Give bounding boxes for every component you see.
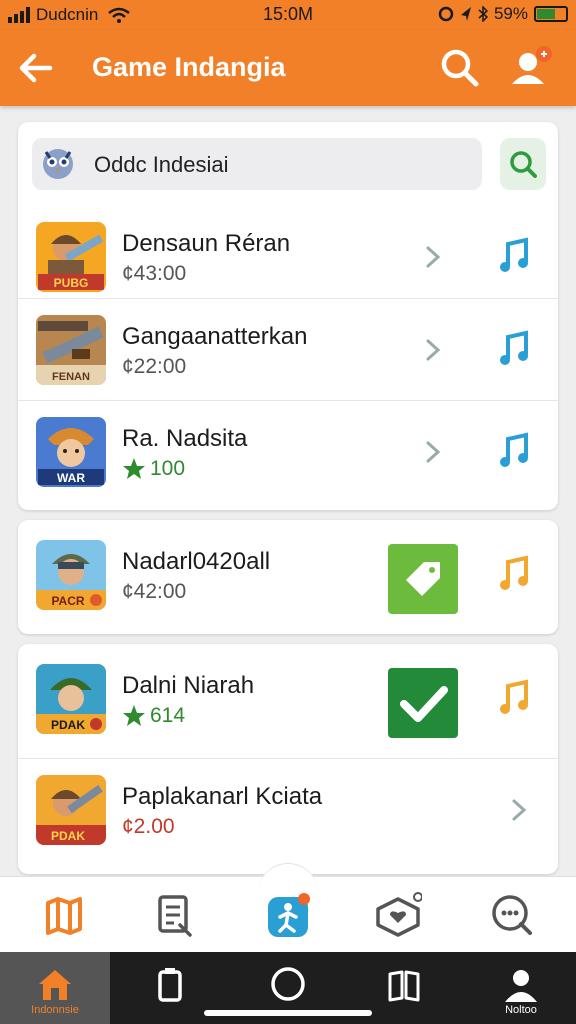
checkmark-icon [400, 686, 448, 722]
game-thumbnail: WAR [36, 417, 106, 487]
chevron-right-icon[interactable] [422, 435, 444, 469]
game-badge: PDAK [51, 718, 85, 732]
list-item[interactable]: PDAK Paplakanarl Kciata ¢2.00 [18, 758, 558, 860]
rifle-art-icon: FENAN [36, 315, 106, 385]
status-bar: Dudcnin 15:0M 59% [0, 0, 576, 30]
star-icon [123, 705, 145, 726]
hero-art-icon: WAR [36, 417, 106, 487]
star-icon [123, 458, 145, 479]
installed-button[interactable] [388, 668, 458, 738]
home-circle-icon[interactable] [268, 964, 308, 1004]
battery-fill [537, 9, 555, 19]
owl-mascot-icon [43, 149, 73, 179]
game-badge: WAR [57, 471, 85, 485]
nav-home-label: Indonnsie [31, 1004, 79, 1016]
game-name: Ra. Nadsita [122, 425, 248, 452]
tag-button[interactable] [388, 544, 458, 614]
game-rating: 100 [122, 457, 185, 481]
music-note-icon[interactable] [498, 431, 532, 471]
battery-percent: 59% [493, 4, 528, 23]
list-item[interactable]: WAR Ra. Nadsita 100 [18, 400, 558, 502]
music-note-icon[interactable] [498, 329, 532, 369]
search-submit-button[interactable] [500, 138, 546, 190]
music-note-icon[interactable] [498, 236, 532, 276]
profile-icon [505, 970, 537, 1002]
featured-card: PACR Nadarl0420all ¢42:00 [18, 520, 558, 634]
game-badge: PUBG [54, 276, 89, 290]
soldier-helmet-art-icon: PDAK [36, 664, 106, 734]
game-price: ¢43:00 [122, 262, 187, 285]
music-note-icon[interactable] [498, 554, 532, 594]
game-price: ¢22:00 [122, 355, 187, 378]
bluetooth-icon [478, 6, 488, 22]
nav-profile[interactable]: Noltoo [466, 952, 576, 1024]
list-item[interactable]: PDAK Dalni Niarah 614 [18, 648, 558, 750]
nav-profile-label: Noltoo [505, 1004, 537, 1016]
game-name: Gangaanatterkan [122, 323, 308, 350]
tag-icon [406, 562, 440, 596]
rating-value: 614 [150, 704, 186, 727]
page-title: Game Indangia [92, 52, 286, 82]
game-badge: PACR [51, 594, 84, 608]
ticket-heart-icon[interactable] [374, 891, 422, 939]
home-indicator [204, 1010, 372, 1016]
chevron-right-icon[interactable] [508, 793, 530, 827]
pilot-art-icon: PACR [36, 540, 106, 610]
list-item[interactable]: PACR Nadarl0420all ¢42:00 [18, 524, 558, 626]
chevron-right-icon[interactable] [422, 333, 444, 367]
game-thumbnail: PACR [36, 540, 106, 610]
chevron-right-icon[interactable] [422, 240, 444, 274]
notes-icon[interactable] [150, 891, 198, 939]
list-item[interactable]: PUBG Densaun Réran ¢43:00 [18, 206, 558, 308]
gunner-art-icon: PDAK [36, 775, 106, 845]
status-right: 59% [438, 4, 568, 24]
search-icon [510, 151, 537, 178]
game-price: ¢2.00 [122, 815, 175, 838]
tab-bar [0, 863, 576, 952]
game-badge: PDAK [51, 829, 85, 843]
game-thumbnail: PDAK [36, 775, 106, 845]
clipboard-icon[interactable] [152, 964, 188, 1004]
list-item[interactable]: FENAN Gangaanatterkan ¢22:00 [18, 298, 558, 400]
arrow-left-icon[interactable] [14, 48, 58, 88]
search-icon[interactable] [438, 46, 482, 90]
game-name: Densaun Réran [122, 230, 291, 257]
game-name: Nadarl0420all [122, 548, 271, 575]
game-badge: FENAN [52, 371, 90, 383]
activity-icon[interactable] [264, 891, 312, 939]
more-games-card: PDAK Dalni Niarah 614 PDAK Paplakanarl K… [18, 644, 558, 874]
game-rating: 614 [122, 704, 185, 728]
search-query-text[interactable]: Oddc Indesiai [94, 152, 229, 178]
app-bar: Game Indangia [0, 30, 576, 106]
search-field[interactable]: Oddc Indesiai [32, 138, 482, 190]
nav-home[interactable]: Indonnsie [0, 952, 110, 1024]
alarm-icon [438, 6, 454, 22]
map-icon[interactable] [40, 891, 88, 939]
game-name: Paplakanarl Kciata [122, 783, 323, 810]
user-profile-icon[interactable] [506, 42, 556, 92]
location-icon [460, 7, 471, 21]
rating-value: 100 [150, 457, 186, 480]
home-icon [39, 970, 71, 1000]
game-thumbnail: FENAN [36, 315, 106, 385]
battery-icon [534, 6, 568, 22]
music-note-icon[interactable] [498, 678, 532, 718]
game-thumbnail: PDAK [36, 664, 106, 734]
games-list-card: Oddc Indesiai PUBG Densaun Réran ¢43:00 [18, 122, 558, 510]
soldier-art-icon: PUBG [36, 222, 106, 292]
game-price: ¢42:00 [122, 580, 187, 603]
chat-icon[interactable] [488, 891, 536, 939]
book-icon[interactable] [386, 964, 422, 1004]
game-thumbnail: PUBG [36, 222, 106, 292]
game-name: Dalni Niarah [122, 672, 255, 699]
